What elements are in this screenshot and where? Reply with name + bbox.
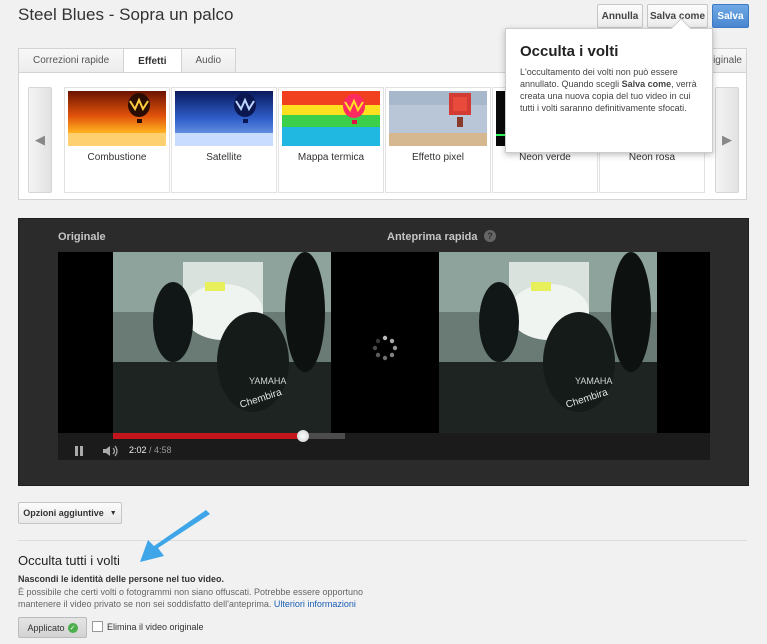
page-title: Steel Blues - Sopra un palco [18,5,234,24]
effect-label: Effetto pixel [411,152,465,163]
effect-thumbnail [389,91,487,146]
quick-preview-label: Anteprima rapida [387,231,478,243]
chevron-left-icon: ◀ [35,132,45,147]
progress-handle[interactable] [297,430,310,442]
progress-bar[interactable] [113,430,345,442]
effect-label: Satellite [206,152,242,163]
effect-card-heatmap[interactable]: Mappa termica [278,87,384,193]
svg-text:YAMAHA: YAMAHA [575,376,612,386]
original-video-frame: YAMAHA Chembira [113,252,331,433]
effect-thumbnail [282,91,380,146]
help-icon[interactable]: ? [484,230,496,242]
section-title: Occulta tutti i volti [18,553,120,568]
tooltip-text: L'occultamento dei volti non può essere … [520,67,697,113]
caret-down-icon: ▼ [109,509,117,517]
preview-video-frame: YAMAHA Chembira [439,252,657,433]
save-button[interactable]: Salva [712,4,749,28]
applied-label: Applicato [27,622,65,633]
effect-label: Combustione [87,152,147,163]
effect-thumbnail [175,91,273,146]
delete-original-checkbox[interactable] [92,621,103,632]
progress-fill [113,433,304,439]
loading-spinner-icon [372,335,398,361]
video-preview-panel: Originale Anteprima rapida ? YAMAHA Chem… [18,218,749,486]
tooltip-title: Occulta i volti [520,43,619,60]
svg-text:YAMAHA: YAMAHA [249,376,286,386]
effect-card-satellite[interactable]: Satellite [171,87,277,193]
effect-label: Neon rosa [628,152,676,163]
delete-original-option[interactable]: Elimina il video originale [92,621,204,632]
volume-icon[interactable] [102,445,120,457]
cancel-button[interactable]: Annulla [597,4,643,28]
effect-card-combustion[interactable]: Combustione [64,87,170,193]
scroll-left-button[interactable]: ◀ [28,87,52,193]
delete-original-label: Elimina il video originale [107,621,204,632]
chevron-right-icon: ▶ [722,132,732,147]
time-display: 2:02 / 4:58 [129,445,172,455]
tab-effects[interactable]: Effetti [123,48,182,73]
face-blur-tooltip: Occulta i volti L'occultamento dei volti… [505,18,713,153]
tab-quick-fixes[interactable]: Correzioni rapide [18,48,125,72]
tab-bar: Correzioni rapide Effetti Audio [18,48,237,73]
learn-more-link[interactable]: Ulteriori informazioni [274,599,356,609]
section-subtitle: Nascondi le identità delle persone nel t… [18,574,225,584]
section-description: È possibile che certi volti o fotogrammi… [18,587,364,609]
applied-button[interactable]: Applicato ✓ [18,617,87,638]
additional-options-button[interactable]: Opzioni aggiuntive ▼ [18,502,122,524]
video-controls: 2:02 / 4:58 [58,430,710,460]
additional-options-label: Opzioni aggiuntive [23,508,104,518]
original-label: Originale [58,231,106,243]
effect-label: Neon verde [519,152,571,163]
effect-card-pixel[interactable]: Effetto pixel [385,87,491,193]
blue-arrow-icon [140,510,210,562]
pause-icon[interactable] [74,446,84,456]
tab-audio[interactable]: Audio [180,48,237,72]
check-icon: ✓ [67,622,78,633]
effect-label: Mappa termica [297,152,365,163]
scroll-right-button[interactable]: ▶ [715,87,739,193]
section-divider [18,540,747,541]
effect-thumbnail [68,91,166,146]
